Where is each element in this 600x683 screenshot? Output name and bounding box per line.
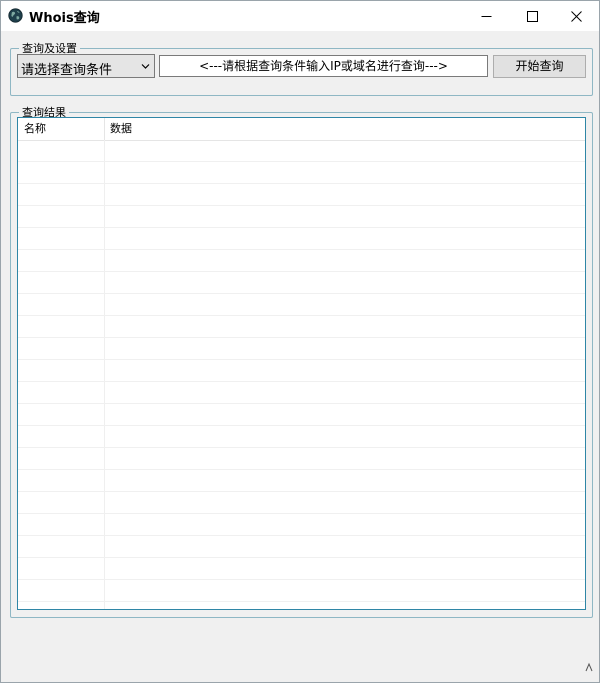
empty-row	[18, 294, 585, 316]
empty-row	[18, 448, 585, 470]
empty-row	[18, 206, 585, 228]
minimize-icon	[481, 15, 491, 17]
start-query-button[interactable]: 开始查询	[493, 55, 586, 78]
empty-row	[18, 360, 585, 382]
empty-row	[18, 250, 585, 272]
query-condition-select[interactable]: 请选择查询条件	[17, 54, 155, 78]
empty-row	[18, 558, 585, 580]
results-list[interactable]: 名称 数据	[17, 117, 586, 610]
maximize-button[interactable]	[509, 1, 555, 31]
resize-grip-icon[interactable]	[585, 662, 593, 672]
column-header-name[interactable]: 名称	[24, 118, 46, 140]
empty-row	[18, 382, 585, 404]
empty-row	[18, 404, 585, 426]
window-title: Whois查询	[29, 11, 100, 26]
chevron-down-icon	[141, 64, 150, 69]
maximize-icon	[526, 10, 538, 22]
empty-row	[18, 316, 585, 338]
empty-row	[18, 514, 585, 536]
empty-row	[18, 426, 585, 448]
close-icon	[570, 10, 582, 22]
empty-row	[18, 140, 585, 162]
empty-row	[18, 580, 585, 602]
column-divider[interactable]	[104, 118, 105, 140]
query-condition-value: 请选择查询条件	[21, 63, 113, 78]
empty-row	[18, 184, 585, 206]
results-list-header: 名称 数据	[18, 118, 585, 141]
globe-icon	[8, 8, 23, 23]
results-rows	[18, 140, 585, 602]
column-header-data[interactable]: 数据	[110, 118, 132, 140]
title-bar[interactable]: Whois查询	[1, 1, 599, 31]
minimize-button[interactable]	[463, 1, 509, 31]
query-input[interactable]: <---请根据查询条件输入IP或域名进行查询--->	[159, 55, 488, 77]
empty-row	[18, 536, 585, 558]
close-button[interactable]	[553, 1, 599, 31]
empty-row	[18, 338, 585, 360]
app-window: Whois查询 查询及设置 请选择查询条件 <---请根据查询条件输入IP或域名…	[0, 0, 600, 683]
empty-row	[18, 162, 585, 184]
empty-row	[18, 228, 585, 250]
empty-row	[18, 272, 585, 294]
empty-row	[18, 492, 585, 514]
empty-row	[18, 470, 585, 492]
